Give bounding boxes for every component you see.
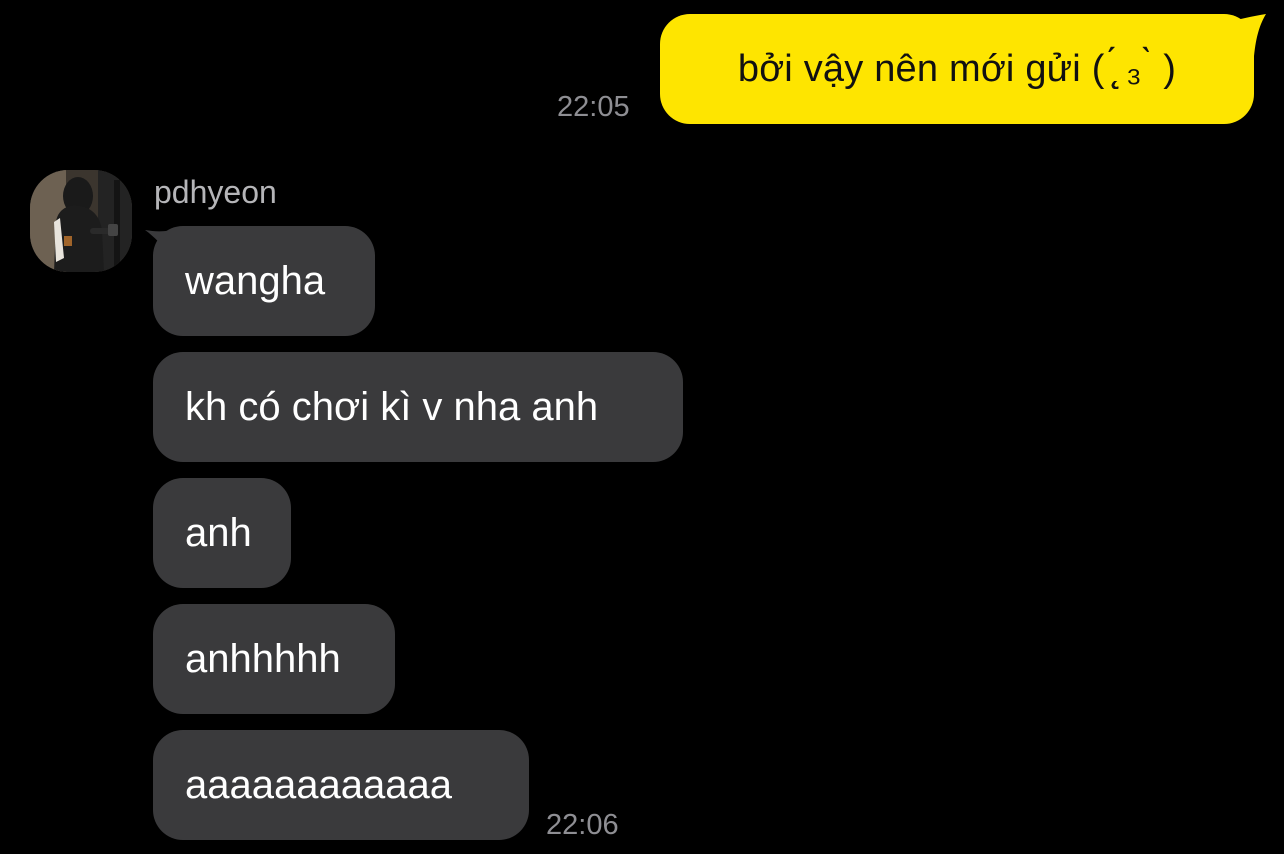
incoming-message-bubble[interactable]: anh — [153, 478, 291, 588]
incoming-message-bubble[interactable]: aaaaaaaaaaaa — [153, 730, 529, 840]
incoming-message-bubble[interactable]: kh có chơi kì v nha anh — [153, 352, 683, 462]
avatar[interactable] — [30, 170, 132, 272]
incoming-message-text: kh có chơi kì v nha anh — [185, 384, 599, 429]
incoming-message-text: anh — [185, 510, 252, 555]
incoming-message-time: 22:06 — [546, 809, 619, 841]
incoming-message-bubble[interactable]: anhhhhh — [153, 604, 395, 714]
incoming-message-text: aaaaaaaaaaaa — [185, 762, 452, 807]
avatar-photo-icon — [30, 170, 132, 272]
incoming-message-bubble[interactable]: wangha — [153, 226, 375, 336]
incoming-message-text: wangha — [185, 258, 326, 303]
outgoing-message-time: 22:05 — [557, 91, 630, 123]
chat-thread: bởi vậy nên mới gửi ( ̨̨̨̨̨̨̨́ ₃ ̀ ) 22:… — [0, 0, 1284, 854]
outgoing-message-text: bởi vậy nên mới gửi ( ̨̨̨̨̨̨̨́ ₃ ̀ ) — [737, 47, 1177, 90]
outgoing-message-bubble[interactable]: bởi vậy nên mới gửi ( ̨̨̨̨̨̨̨́ ₃ ̀ ) — [660, 14, 1254, 124]
incoming-message-text: anhhhhh — [185, 636, 341, 681]
sender-name[interactable]: pdhyeon — [154, 174, 277, 211]
